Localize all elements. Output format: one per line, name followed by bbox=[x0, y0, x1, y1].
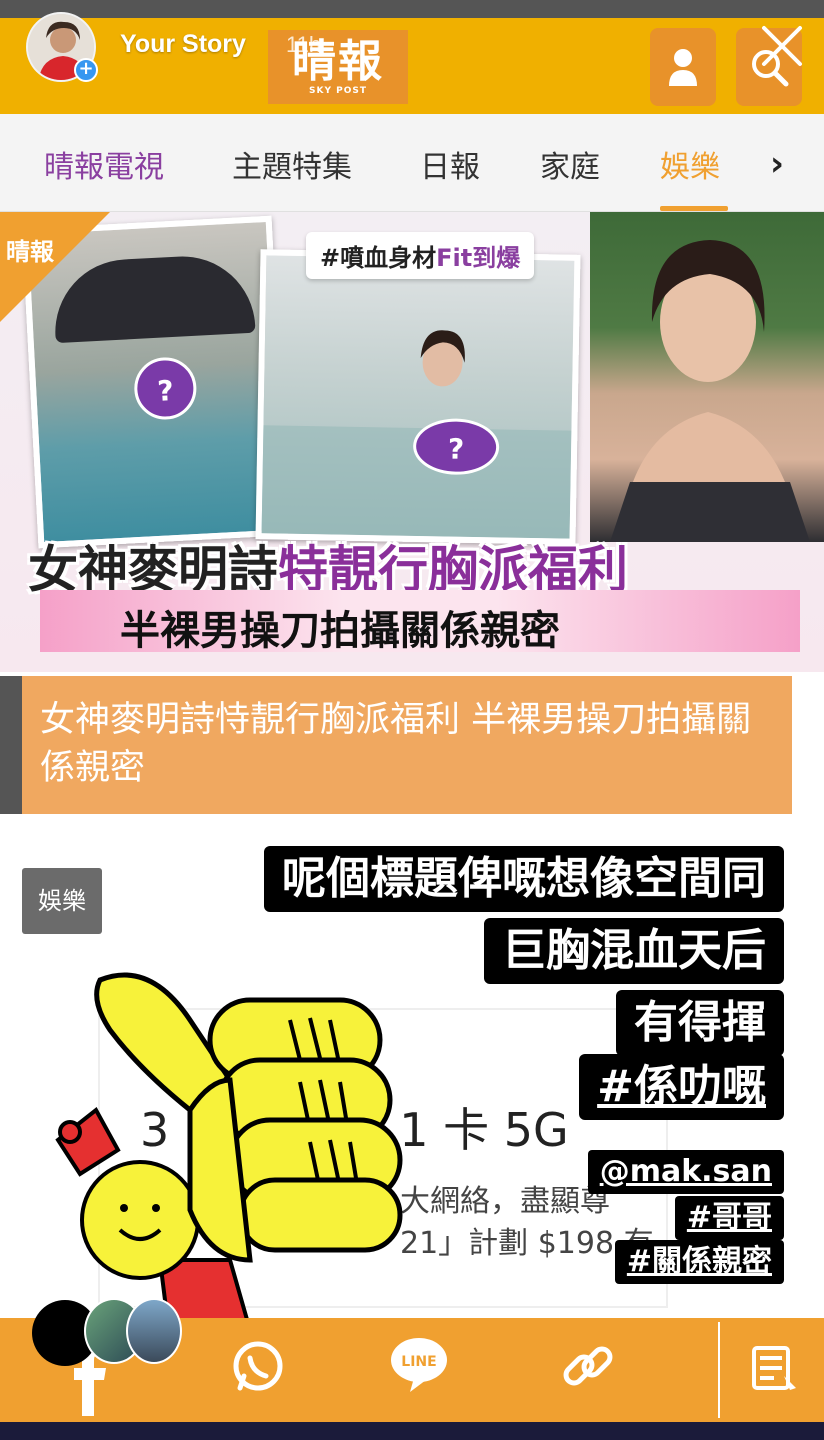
category-badge[interactable]: 娛樂 bbox=[22, 868, 102, 934]
link-icon[interactable] bbox=[556, 1318, 620, 1422]
bottom-strip bbox=[0, 1422, 824, 1440]
hero-image[interactable]: ? ? #噴血身材Fit到爆 晴報 女神麥明詩特靚行胸派福利 半裸男操刀拍攝關係… bbox=[0, 212, 824, 672]
article-headline[interactable]: 女神麥明詩恃靚行胸派福利 半裸男操刀拍攝關係親密 bbox=[40, 696, 780, 792]
headline-box: 女神麥明詩恃靚行胸派福利 半裸男操刀拍攝關係親密 bbox=[0, 676, 792, 814]
chevron-right-icon[interactable]: › bbox=[770, 144, 784, 184]
headline-accent-bar bbox=[0, 676, 22, 814]
whatsapp-icon[interactable] bbox=[226, 1318, 290, 1422]
hero-tag-accent: Fit到爆 bbox=[436, 244, 521, 272]
thumbs-up-sticker[interactable] bbox=[40, 960, 420, 1360]
story-hashtag[interactable]: #哥哥 bbox=[674, 1196, 784, 1240]
ad-body-line: 大網絡，盡顯尊 bbox=[400, 1184, 610, 1219]
add-story-icon[interactable]: + bbox=[74, 58, 98, 82]
question-mark-icon: ? bbox=[412, 417, 500, 476]
story-caption-line: 呢個標題俾嘅想像空間同 bbox=[264, 846, 784, 912]
story-hashtag[interactable]: #關係親密 bbox=[614, 1240, 784, 1284]
hero-hashtag: #噴血身材Fit到爆 bbox=[306, 232, 535, 279]
tab-features[interactable]: 主題特集 bbox=[232, 142, 352, 186]
tab-skypost-tv[interactable]: 晴報電視 bbox=[44, 142, 164, 186]
line-label: LINE bbox=[401, 1354, 436, 1370]
hero-corner-ribbon bbox=[0, 212, 110, 322]
photo-woman-pool: ? bbox=[255, 249, 581, 545]
story-owner-name[interactable]: Your Story bbox=[120, 30, 246, 59]
user-icon bbox=[669, 49, 697, 86]
question-mark-icon: ? bbox=[132, 355, 198, 422]
story-caption-line: 巨胸混血天后 bbox=[484, 918, 784, 984]
line-icon[interactable]: LINE bbox=[384, 1318, 454, 1422]
story-timestamp: 11h bbox=[286, 32, 322, 57]
story-caption-line: 有得揮 bbox=[616, 990, 784, 1056]
photo-woman-portrait bbox=[590, 212, 824, 542]
story-caption-hashtag[interactable]: #係叻嘅 bbox=[579, 1054, 784, 1120]
story-progress-track bbox=[0, 0, 824, 18]
tab-entertainment[interactable]: 娛樂 bbox=[660, 142, 720, 186]
hero-tag-prefix: #噴血身材 bbox=[320, 244, 437, 272]
viewer-avatar[interactable] bbox=[126, 1298, 182, 1364]
close-icon[interactable] bbox=[758, 22, 806, 70]
hero-corner-label: 晴報 bbox=[6, 238, 54, 266]
notes-icon[interactable] bbox=[744, 1318, 804, 1422]
hero-headline-line2: 半裸男操刀拍攝關係親密 bbox=[120, 608, 560, 654]
story-viewer[interactable]: 晴報 SKY POST + Your Story 11h 晴報電視 主題特集 日… bbox=[0, 0, 824, 1440]
section-nav: 晴報電視 主題特集 日報 家庭 娛樂 › bbox=[0, 114, 824, 212]
account-button[interactable] bbox=[650, 28, 716, 106]
story-mention[interactable]: @mak.san bbox=[587, 1150, 784, 1194]
logo-subtext: SKY POST bbox=[309, 86, 367, 96]
share-divider bbox=[718, 1322, 720, 1418]
active-tab-indicator bbox=[660, 206, 728, 211]
tab-daily[interactable]: 日報 bbox=[420, 142, 480, 186]
tab-family[interactable]: 家庭 bbox=[540, 142, 600, 186]
